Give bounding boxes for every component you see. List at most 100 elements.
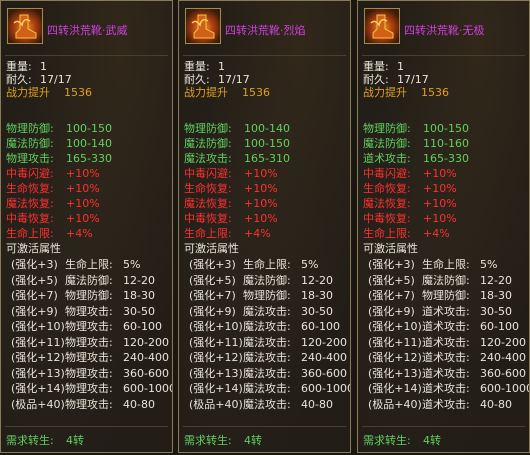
base-stat-row: 魔法防御: 100-150 [184, 137, 344, 150]
special-stat-row: 中毒闪避: +10% [363, 167, 523, 180]
enhance-level: (强化+11) [11, 335, 65, 349]
enhance-attr: 道术攻击: [422, 397, 470, 411]
special-stat-row: 生命恢复: +10% [6, 182, 166, 195]
enhance-value: 40-80 [480, 397, 512, 411]
special-stat-row: 魔法恢复: +10% [6, 197, 166, 210]
boots-icon [185, 8, 221, 44]
enhance-attr: 物理攻击: [65, 335, 113, 349]
base-stat-row: 道术攻击: 165-330 [363, 152, 523, 165]
boots-icon [364, 8, 400, 44]
power-label: 战力提升 [184, 86, 228, 99]
requirement-label: 需求转生: [6, 434, 54, 447]
enhance-value: 240-400 [480, 351, 526, 364]
durability-row: 耐久: 17/17 [363, 73, 429, 86]
enhance-value: 600-1000 [301, 382, 351, 395]
enhance-row: (强化+7) 物理防御: 18-30 [363, 289, 528, 302]
special-value: +10% [66, 167, 100, 180]
enhance-value: 5% [123, 258, 141, 271]
enhance-attr: 道术攻击: [422, 382, 470, 395]
item-tooltip-panel: 四转洪荒靴·无极 重量: 1 耐久: 17/17 战力提升 1536 物理防御: 100-150… [357, 0, 530, 453]
item-header: 四转洪荒靴·烈焰 [179, 1, 350, 53]
special-value: +10% [423, 182, 457, 195]
enhance-level: (强化+13) [189, 366, 243, 380]
enhance-row: (强化+7) 物理防御: 18-30 [6, 289, 171, 302]
enhance-row: (强化+12) 物理攻击: 240-400 [6, 351, 171, 364]
enhance-level: (强化+14) [11, 382, 65, 395]
enhance-row: (强化+10) 物理攻击: 60-100 [6, 320, 171, 333]
special-stat-row: 魔法恢复: +10% [184, 197, 344, 210]
enhance-value: 5% [480, 258, 498, 271]
enhance-attr: 物理攻击: [65, 397, 113, 411]
enhance-value: 120-200 [123, 335, 169, 349]
enhance-level: (强化+12) [189, 351, 243, 364]
enhance-level: (强化+10) [189, 320, 243, 333]
enhance-row: (强化+14) 魔法攻击: 600-1000 [184, 382, 351, 395]
special-stat-row: 生命上限: +4% [363, 227, 523, 240]
stat-label: 魔法防御: [363, 137, 411, 150]
enhance-value: 240-400 [123, 351, 169, 364]
weight-label: 重量: [184, 60, 210, 73]
base-stat-row: 物理防御: 100-150 [363, 122, 523, 135]
enhance-level: (强化+10) [368, 320, 422, 333]
enhance-row: (强化+7) 物理防御: 18-30 [184, 289, 349, 302]
weight-row: 重量: 1 [6, 60, 47, 73]
power-value: 1536 [242, 86, 270, 99]
stat-value: 110-160 [423, 137, 469, 150]
enhance-attr: 魔法攻击: [243, 351, 291, 364]
enhance-attr: 道术攻击: [422, 351, 470, 364]
enhance-level: (强化+7) [189, 289, 236, 302]
enhance-row: (强化+14) 物理攻击: 600-1000 [6, 382, 172, 395]
special-value: +10% [244, 182, 278, 195]
enhance-attr: 道术攻击: [422, 335, 470, 349]
base-stat-row: 物理攻击: 165-330 [6, 152, 166, 165]
enhance-row: (极品+40) 魔法攻击: 40-80 [184, 398, 349, 411]
item-name: 四转洪荒靴·无极 [404, 24, 485, 37]
power-label: 战力提升 [6, 86, 50, 99]
enhance-level: (强化+12) [368, 351, 422, 364]
special-label: 生命上限: [184, 227, 232, 240]
weight-value: 1 [397, 60, 404, 73]
stat-value: 165-330 [423, 152, 469, 165]
stat-label: 道术攻击: [363, 152, 411, 165]
boots-icon [7, 8, 43, 44]
enhance-value: 120-200 [480, 335, 526, 349]
enhance-attr: 魔法防御: [243, 273, 291, 287]
special-label: 中毒闪避: [363, 167, 411, 180]
enhance-row: (强化+10) 魔法攻击: 60-100 [184, 320, 349, 333]
base-stat-row: 魔法防御: 100-140 [6, 137, 166, 150]
special-value: +10% [244, 212, 278, 225]
stat-label: 魔法防御: [6, 137, 54, 150]
enhance-value: 240-400 [301, 351, 347, 364]
enhance-level: (强化+9) [11, 304, 58, 318]
enhance-row: (强化+12) 魔法攻击: 240-400 [184, 351, 349, 364]
enhance-value: 30-50 [123, 304, 155, 318]
durability-value: 17/17 [40, 73, 72, 86]
special-label: 中毒闪避: [6, 167, 54, 180]
enhance-row: (强化+10) 道术攻击: 60-100 [363, 320, 528, 333]
item-header: 四转洪荒靴·无极 [358, 1, 529, 53]
special-value: +10% [423, 212, 457, 225]
enhance-row: (强化+13) 道术攻击: 360-600 [363, 367, 528, 380]
enhance-value: 360-600 [301, 366, 347, 380]
stat-label: 物理防御: [363, 122, 411, 135]
enhance-level: (强化+5) [368, 273, 415, 287]
item-name: 四转洪荒靴·武威 [47, 24, 128, 37]
divider [362, 55, 525, 56]
requirement-row: 需求转生: 4转 [6, 434, 84, 447]
durability-value: 17/17 [397, 73, 429, 86]
enhance-level: (强化+7) [368, 289, 415, 302]
enhance-level: (极品+40) [189, 397, 243, 411]
stat-label: 魔法防御: [184, 137, 232, 150]
enhance-level: (强化+3) [189, 258, 236, 271]
enhance-value: 60-100 [123, 320, 162, 333]
enhance-level: (强化+9) [368, 304, 415, 318]
special-stat-row: 中毒恢复: +10% [6, 212, 166, 225]
enhance-attr: 道术攻击: [422, 304, 470, 318]
enhance-attr: 物理攻击: [65, 320, 113, 333]
enhance-value: 360-600 [480, 366, 526, 380]
special-label: 生命恢复: [184, 182, 232, 195]
enhance-value: 60-100 [480, 320, 519, 333]
durability-value: 17/17 [218, 73, 250, 86]
special-value: +10% [66, 212, 100, 225]
special-label: 魔法恢复: [363, 197, 411, 210]
